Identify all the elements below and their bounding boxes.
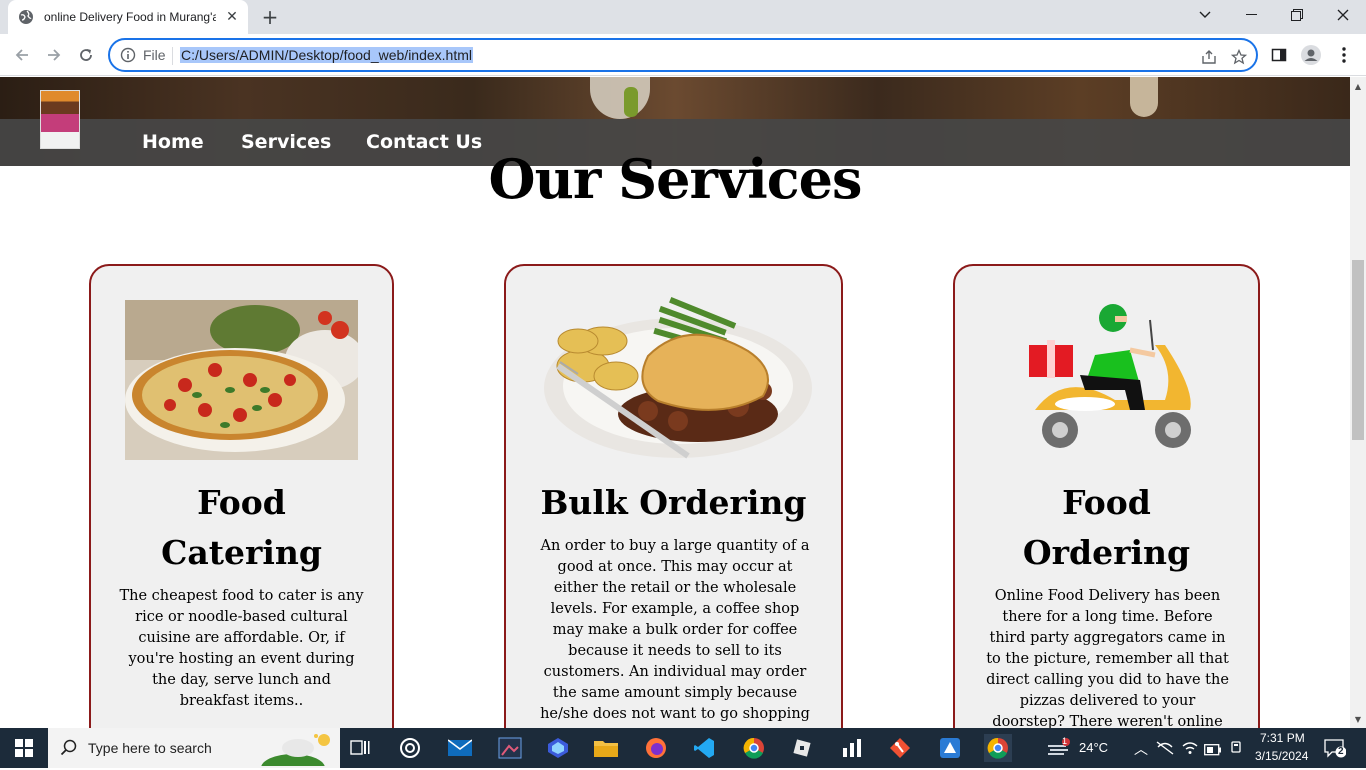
weather-badge: 1 [1062, 736, 1068, 746]
search-highlight-image [258, 730, 338, 770]
side-panel-icon[interactable] [1269, 45, 1289, 65]
chrome-active-icon[interactable] [984, 734, 1012, 762]
scrollbar-thumb[interactable] [1352, 260, 1364, 440]
reload-icon[interactable] [74, 43, 98, 67]
card-title-line2: Ordering [1022, 533, 1191, 572]
restore-button[interactable] [1274, 0, 1320, 30]
card-title-line1: Food [197, 483, 286, 522]
chevron-up-icon[interactable]: ︿ [1134, 739, 1148, 759]
card-description: Online Food Delivery has been there for … [986, 588, 1229, 728]
delivery-scooter-image [1025, 300, 1200, 459]
mail-app-icon[interactable] [446, 734, 474, 762]
battery-icon[interactable] [1204, 741, 1222, 760]
scroll-down-arrow-icon[interactable]: ▼ [1350, 712, 1366, 726]
bookmark-star-icon[interactable] [1230, 48, 1248, 66]
pie-plate-image [538, 296, 813, 465]
vscode-icon[interactable] [690, 734, 718, 762]
close-window-button[interactable] [1320, 0, 1366, 30]
task-view-icon[interactable] [346, 734, 374, 762]
site-logo-image[interactable] [40, 90, 80, 149]
copilot-app-icon[interactable] [544, 734, 572, 762]
card-title-line2: Catering [161, 533, 322, 572]
search-icon [60, 739, 78, 761]
tab-title: online Delivery Food in Murang'a [44, 10, 216, 24]
close-tab-icon[interactable]: ✕ [224, 9, 240, 25]
hero-pepper-decoration [624, 87, 638, 117]
share-icon[interactable] [1200, 48, 1218, 66]
roblox-icon[interactable] [788, 734, 816, 762]
network-off-icon[interactable] [1156, 740, 1174, 759]
clock-time[interactable]: 7:31 PM [1260, 731, 1305, 745]
chatgpt-app-icon[interactable] [396, 734, 424, 762]
windows-taskbar: Type here to search 1 24°C ︿ 7:31 PM 3/1… [0, 728, 1366, 770]
service-card-catering: Food Catering The cheapest food to cater… [89, 264, 394, 728]
speaker-icon[interactable] [1228, 739, 1244, 759]
page-viewport: Home Services Contact Us Our Services Fo… [0, 77, 1350, 728]
file-explorer-icon[interactable] [592, 734, 620, 762]
wifi-icon[interactable] [1182, 740, 1198, 759]
profile-avatar-icon[interactable] [1301, 45, 1321, 65]
service-card-food-ordering: Food Ordering Online Food Delivery has b… [953, 264, 1260, 728]
firefox-icon[interactable] [642, 734, 670, 762]
photo-app-icon[interactable] [496, 734, 524, 762]
card-description: An order to buy a large quantity of a go… [540, 538, 810, 722]
notification-count: 2 [1338, 746, 1344, 757]
forward-arrow-icon[interactable] [42, 43, 66, 67]
browser-tab[interactable]: online Delivery Food in Murang'a ✕ [8, 0, 248, 34]
hero-spoon-decoration [1130, 77, 1158, 117]
chrome-profile-icon[interactable] [740, 734, 768, 762]
card-title-line1: Food [1062, 483, 1151, 522]
url-scheme-label: File [143, 47, 166, 63]
service-card-bulk-ordering: Bulk Ordering An order to buy a large qu… [504, 264, 843, 728]
card-description: The cheapest food to cater is any rice o… [119, 588, 364, 709]
globe-icon [18, 9, 34, 25]
scroll-up-arrow-icon[interactable]: ▲ [1350, 79, 1366, 93]
hero-garlic-decoration [590, 77, 650, 119]
clock-date[interactable]: 3/15/2024 [1255, 749, 1308, 763]
windows-start-icon[interactable] [0, 728, 48, 768]
info-icon[interactable] [120, 47, 136, 63]
section-heading: Our Services [488, 147, 863, 211]
search-placeholder: Type here to search [88, 740, 212, 756]
url-text[interactable]: C:/Users/ADMIN/Desktop/food_web/index.ht… [180, 47, 473, 63]
tab-search-icon[interactable] [1182, 0, 1228, 30]
minimize-button[interactable] [1228, 0, 1274, 30]
address-bar[interactable]: File C:/Users/ADMIN/Desktop/food_web/ind… [108, 38, 1258, 72]
browser-titlebar: online Delivery Food in Murang'a ✕ + [0, 0, 1366, 34]
weather-temp[interactable]: 24°C [1079, 740, 1108, 755]
git-app-icon[interactable] [886, 734, 914, 762]
weather-icon[interactable] [1046, 738, 1072, 762]
stats-app-icon[interactable] [838, 734, 866, 762]
browser-toolbar: File C:/Users/ADMIN/Desktop/food_web/ind… [0, 34, 1366, 76]
more-menu-icon[interactable] [1334, 45, 1354, 65]
new-tab-button[interactable]: + [258, 5, 282, 29]
taskbar-search-box[interactable]: Type here to search [48, 728, 340, 770]
omnibox-divider [172, 47, 173, 65]
app-installer-icon[interactable] [936, 734, 964, 762]
pizza-image [125, 300, 365, 464]
card-title: Bulk Ordering [540, 483, 807, 522]
back-arrow-icon[interactable] [10, 43, 34, 67]
